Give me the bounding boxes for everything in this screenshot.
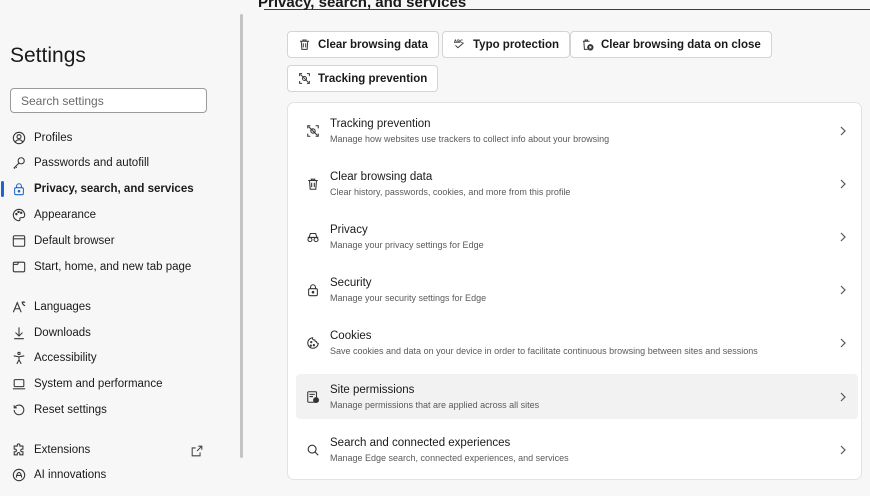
sidebar-item-accessibility[interactable]: Accessibility: [10, 347, 230, 369]
row-description: Clear history, passwords, cookies, and m…: [330, 186, 571, 197]
sidebar-item-label: Downloads: [34, 327, 91, 339]
row-tracking-prevention[interactable]: Tracking prevention Manage how websites u…: [296, 108, 858, 153]
settings-title: Settings: [10, 44, 86, 67]
tracking-icon: [299, 73, 310, 84]
row-title: Site permissions: [330, 383, 415, 396]
chevron-right-icon: [840, 445, 846, 454]
lock-icon: [308, 283, 318, 296]
row-clear-browsing-data[interactable]: Clear browsing data Clear history, passwo…: [296, 161, 858, 206]
active-nav-indicator: [1, 181, 4, 197]
sidebar-item-label: Default browser: [34, 235, 115, 247]
puzzle-icon: [10, 442, 28, 458]
sidebar-scrollbar[interactable]: [240, 14, 243, 458]
sidebar-item-passwords[interactable]: Passwords and autofill: [10, 152, 230, 174]
sidebar: Settings Profiles Passwords and autofill…: [0, 0, 244, 496]
sidebar-item-label: Extensions: [34, 444, 91, 456]
trash-close-icon: [583, 39, 594, 51]
key-icon: [10, 155, 28, 171]
row-title: Search and connected experiences: [330, 436, 511, 449]
sidebar-item-downloads[interactable]: Downloads: [10, 322, 230, 344]
sidebar-item-label: Appearance: [34, 209, 97, 221]
sidebar-item-label: Languages: [34, 301, 91, 313]
chip-label: Clear browsing data: [318, 38, 428, 51]
chip-clear-browsing-data[interactable]: Clear browsing data: [287, 31, 439, 58]
sidebar-item-system[interactable]: System and performance: [10, 373, 230, 395]
row-site-permissions[interactable]: Site permissions Manage permissions that …: [296, 374, 858, 419]
chip-typo-protection[interactable]: ABC Typo protection: [442, 31, 571, 58]
sidebar-item-label: System and performance: [34, 378, 163, 390]
sidebar-item-privacy[interactable]: Privacy, search, and services: [10, 178, 230, 200]
browser-icon: [10, 233, 28, 249]
sidebar-item-label: Accessibility: [34, 352, 97, 364]
chevron-right-icon: [840, 285, 846, 294]
row-title: Clear browsing data: [330, 170, 433, 183]
chip-label: Tracking prevention: [318, 72, 428, 85]
sidebar-item-reset[interactable]: Reset settings: [10, 399, 230, 421]
chevron-right-icon: [840, 338, 846, 347]
row-title: Tracking prevention: [330, 117, 431, 130]
row-title: Cookies: [330, 329, 372, 342]
abc-check-icon: ABC: [454, 39, 464, 49]
home-tab-icon: [10, 259, 28, 275]
download-icon: [10, 325, 28, 341]
sidebar-item-label: Privacy, search, and services: [34, 183, 194, 195]
sidebar-item-label: Start, home, and new tab page: [34, 261, 192, 273]
trash-icon: [308, 178, 318, 190]
sidebar-item-label: Profiles: [34, 132, 73, 144]
row-title: Privacy: [330, 223, 368, 236]
row-description: Manage your privacy settings for Edge: [330, 239, 484, 250]
sidebar-item-default-browser[interactable]: Default browser: [10, 230, 230, 252]
row-cookies[interactable]: Cookies Save cookies and data on your dev…: [296, 320, 858, 365]
chevron-right-icon: [840, 392, 846, 401]
row-description: Manage permissions that are applied acro…: [330, 399, 540, 410]
ai-icon: [10, 467, 28, 483]
sidebar-item-start-home[interactable]: Start, home, and new tab page: [10, 256, 230, 278]
chip-clear-data-on-close[interactable]: Clear browsing data on close: [570, 31, 772, 58]
reset-icon: [10, 402, 28, 418]
sidebar-item-languages[interactable]: Languages: [10, 296, 230, 318]
search-settings-box[interactable]: [10, 88, 207, 113]
palette-icon: [10, 207, 28, 223]
row-description: Manage your security settings for Edge: [330, 292, 487, 303]
row-privacy[interactable]: Privacy Manage your privacy settings for …: [296, 214, 858, 259]
sidebar-item-appearance[interactable]: Appearance: [10, 204, 230, 226]
page-title: Privacy, search, and services: [258, 0, 467, 11]
accessibility-icon: [10, 350, 28, 366]
chevron-right-icon: [840, 126, 846, 135]
row-search-connected[interactable]: Search and connected experiences Manage E…: [296, 427, 858, 472]
row-description: Save cookies and data on your device in …: [330, 345, 758, 356]
sidebar-item-label: AI innovations: [34, 469, 107, 481]
chip-label: Clear browsing data on close: [601, 38, 761, 51]
sidebar-item-ai-innovations[interactable]: AI innovations: [10, 464, 230, 486]
glasses-icon: [307, 232, 319, 242]
row-description: Manage how websites use trackers to coll…: [330, 133, 610, 144]
chevron-right-icon: [840, 179, 846, 188]
external-link-icon[interactable]: [190, 444, 204, 458]
chevron-right-icon: [840, 232, 846, 241]
chip-tracking-prevention[interactable]: Tracking prevention: [287, 65, 439, 92]
language-icon: [10, 299, 28, 315]
profile-icon: [10, 130, 28, 146]
sidebar-item-label: Passwords and autofill: [34, 157, 150, 169]
row-title: Security: [330, 276, 372, 289]
privacy-settings-card: Tracking prevention Manage how websites u…: [287, 102, 862, 480]
row-security[interactable]: Security Manage your security settings fo…: [296, 267, 858, 312]
sidebar-item-profiles[interactable]: Profiles: [10, 127, 230, 149]
trash-icon: [300, 39, 309, 50]
search-icon: [307, 444, 319, 456]
site-permissions-icon: [307, 390, 320, 403]
cookie-icon: [307, 336, 319, 349]
sidebar-item-label: Reset settings: [34, 404, 107, 416]
lock-icon: [10, 181, 28, 197]
svg-text:ABC: ABC: [454, 39, 463, 44]
laptop-icon: [10, 376, 28, 392]
tracking-icon: [307, 124, 319, 137]
chip-label: Typo protection: [473, 38, 560, 51]
row-description: Manage Edge search, connected experience…: [330, 452, 569, 463]
search-settings-input[interactable]: [11, 89, 206, 112]
